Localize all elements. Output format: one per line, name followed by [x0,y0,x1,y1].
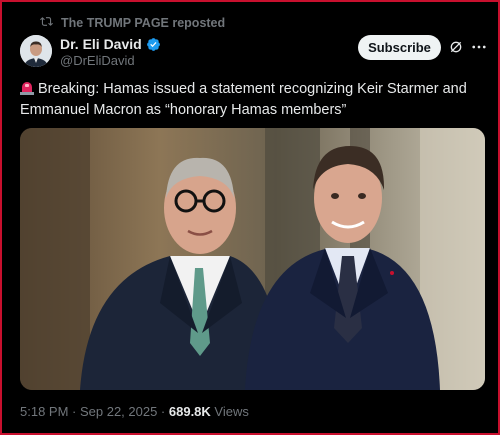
avatar[interactable] [20,35,52,67]
repost-icon [40,15,53,31]
more-icon[interactable] [470,38,488,56]
post-timestamp[interactable]: 5:18 PM · Sep 22, 2025 · [20,404,169,419]
repost-text: The TRUMP PAGE reposted [61,16,226,30]
author-handle[interactable]: @DrEliDavid [60,53,135,68]
post-text-block: Breaking: Hamas issued a statement recog… [20,79,480,121]
post-text: Breaking: Hamas issued a statement recog… [20,81,467,118]
post-metadata: 5:18 PM · Sep 22, 2025 · 689.8K Views [20,404,249,419]
post-photo[interactable] [20,128,485,390]
views-count: 689.8K [168,404,211,419]
repost-indicator[interactable]: The TRUMP PAGE reposted [40,15,225,31]
verified-badge-icon [146,37,161,52]
subscribe-button[interactable]: Subscribe [358,35,441,60]
views-label: Views [210,404,249,419]
author-name[interactable]: Dr. Eli David [60,36,142,52]
siren-icon [20,80,34,95]
grok-icon[interactable] [448,39,464,55]
